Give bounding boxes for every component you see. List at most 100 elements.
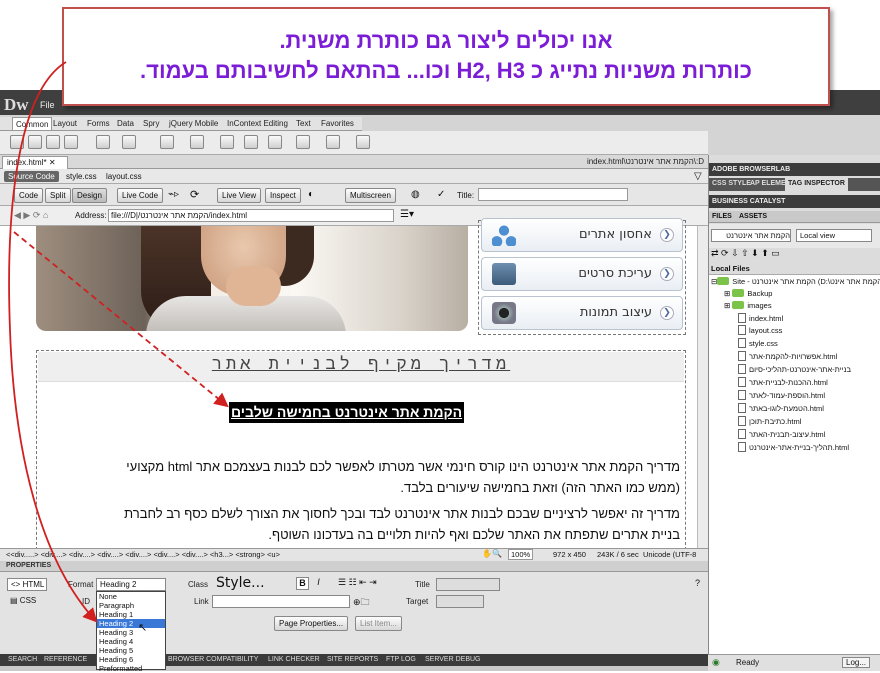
site-select[interactable]: הקמת אתר אינטרנט bbox=[711, 229, 791, 242]
tab-files[interactable]: FILES bbox=[712, 213, 732, 220]
close-icon[interactable]: ✕ bbox=[49, 158, 56, 167]
images-icon[interactable] bbox=[160, 135, 174, 149]
address-input[interactable]: file:///D|/הקמת אתר אינטרנט/index.html bbox=[108, 209, 394, 222]
horizontal-rule-icon[interactable] bbox=[64, 135, 78, 149]
menu-item-photo-design[interactable]: עיצוב תמונות ❮ bbox=[481, 296, 683, 330]
panel-tab-site-reports[interactable]: SITE REPORTS bbox=[327, 654, 378, 666]
class-select[interactable]: Style... bbox=[216, 575, 265, 591]
nav-arrows-icon[interactable]: ◀ ▶ ⟳ ⌂ bbox=[14, 210, 48, 221]
css-mode-button[interactable]: ▤ CSS bbox=[10, 596, 36, 605]
templates-icon[interactable] bbox=[326, 135, 340, 149]
filter-icon[interactable]: ▽ bbox=[694, 171, 702, 182]
expand-icon[interactable]: ⊞ bbox=[724, 289, 730, 298]
browserlab-header[interactable]: ADOBE BROWSERLAB bbox=[709, 163, 880, 176]
media-icon[interactable] bbox=[190, 135, 204, 149]
hyperlink-icon[interactable] bbox=[10, 135, 24, 149]
tab-assets[interactable]: ASSETS bbox=[739, 213, 767, 220]
panel-tab-server-debug[interactable]: SERVER DEBUG bbox=[425, 654, 481, 666]
related-file-style[interactable]: style.css bbox=[66, 172, 97, 181]
validate-icon[interactable]: ✓ bbox=[437, 189, 445, 200]
file-item[interactable]: אפשרויות-להקמת-אתר.html bbox=[738, 351, 837, 363]
format-option-preformatted[interactable]: Preformatted bbox=[97, 664, 165, 673]
target-select[interactable] bbox=[436, 595, 484, 608]
file-item[interactable]: ההכנות-לבניית-אתר.html bbox=[738, 377, 828, 389]
window-size[interactable]: 972 x 450 bbox=[553, 550, 586, 559]
view-select[interactable]: Local view bbox=[796, 229, 872, 242]
files-toolbar-icons[interactable]: ⇄ ⟳ ⇩ ⇧ ⬇ ⬆ ▭ bbox=[711, 248, 780, 259]
help-icon[interactable]: ? bbox=[695, 578, 700, 588]
live-view-button[interactable]: Live View bbox=[217, 188, 262, 203]
connect-icon[interactable]: ◉ bbox=[712, 657, 720, 668]
html-mode-button[interactable]: <> HTML bbox=[7, 578, 47, 591]
content-paragraph-2[interactable]: מדריך זה יאפשר לרציניים שבכם לבנות אתר א… bbox=[94, 503, 680, 545]
bold-button[interactable]: B bbox=[296, 577, 309, 590]
menu-item-video-editing[interactable]: עריכת סרטים ❮ bbox=[481, 257, 683, 291]
panel-tab-reference[interactable]: REFERENCE bbox=[44, 654, 87, 666]
panel-tab-link-checker[interactable]: LINK CHECKER bbox=[268, 654, 320, 666]
tab-spry[interactable]: Spry bbox=[140, 117, 162, 130]
tab-tag-inspector[interactable]: TAG INSPECTOR bbox=[785, 178, 848, 191]
source-code-button[interactable]: Source Code bbox=[4, 171, 59, 182]
tab-ap-elements[interactable]: AP ELEME bbox=[750, 180, 786, 187]
tab-layout[interactable]: Layout bbox=[50, 117, 80, 130]
format-option-none[interactable]: None bbox=[97, 592, 165, 601]
globe-icon[interactable]: ◍ bbox=[411, 189, 420, 200]
panel-tab-browser-compat[interactable]: BROWSER COMPATIBILITY bbox=[168, 654, 258, 666]
tab-forms[interactable]: Forms bbox=[84, 117, 113, 130]
live-code-button[interactable]: Live Code bbox=[117, 188, 164, 203]
format-option-heading6[interactable]: Heading 6 bbox=[97, 655, 165, 664]
multiscreen-button[interactable]: Multiscreen bbox=[345, 188, 396, 203]
tab-css-styles[interactable]: CSS STYLE bbox=[712, 180, 751, 187]
properties-header[interactable]: PROPERTIES bbox=[0, 561, 708, 572]
panel-tab-search[interactable]: SEARCH bbox=[8, 654, 37, 666]
file-item[interactable]: ⊞ Backup bbox=[724, 288, 772, 300]
tab-common[interactable]: Common bbox=[12, 117, 53, 130]
page-heading1[interactable]: מדריך מקיף לבניית אתר bbox=[38, 354, 684, 375]
format-option-heading3[interactable]: Heading 3 bbox=[97, 628, 165, 637]
refresh-icon[interactable]: ⟳ bbox=[190, 188, 199, 201]
related-file-layout[interactable]: layout.css bbox=[106, 172, 142, 181]
format-dropdown[interactable]: None Paragraph Heading 1 Heading 2 Headi… bbox=[96, 591, 166, 673]
browser-preview-icon[interactable]: ◐ bbox=[308, 189, 314, 200]
canvas-scrollbar[interactable] bbox=[697, 226, 708, 548]
design-view-button[interactable]: Design bbox=[72, 188, 107, 203]
file-item[interactable]: כתיבת-תוכן.html bbox=[738, 416, 801, 428]
format-option-paragraph[interactable]: Paragraph bbox=[97, 601, 165, 610]
address-options-icon[interactable]: ☰▾ bbox=[400, 209, 414, 220]
content-paragraph-1[interactable]: מדריך הקמת אתר אינטרנט הינו קורס חינמי א… bbox=[94, 456, 680, 498]
format-select[interactable]: Heading 2 bbox=[96, 578, 166, 591]
file-item[interactable]: הוספת-עמוד-לאתר.html bbox=[738, 390, 825, 402]
server-include-icon[interactable] bbox=[244, 135, 258, 149]
list-buttons-icons[interactable]: ☰ ☷ ⇤ ⇥ bbox=[338, 577, 377, 588]
list-item-button[interactable]: List Item... bbox=[355, 616, 402, 631]
title-input[interactable] bbox=[478, 188, 628, 201]
tab-favorites[interactable]: Favorites bbox=[318, 117, 357, 130]
selected-heading2[interactable]: הקמת אתר אינטרנט בחמישה שלבים bbox=[229, 402, 465, 423]
comment-icon[interactable] bbox=[268, 135, 282, 149]
menu-item-hosting[interactable]: אחסון אתרים ❮ bbox=[481, 218, 683, 252]
zoom-select[interactable]: 100% bbox=[508, 549, 534, 560]
inspect-cursor-icon[interactable]: ⌁▹ bbox=[168, 189, 179, 200]
title-prop-input[interactable] bbox=[436, 578, 500, 591]
business-catalyst-header[interactable]: BUSINESS CATALYST bbox=[709, 195, 880, 208]
site-root[interactable]: ⊟ Site - הקמת אתר אינטרנט (D:\הקמת אתר אי… bbox=[711, 276, 880, 288]
tab-data[interactable]: Data bbox=[114, 117, 137, 130]
format-option-heading4[interactable]: Heading 4 bbox=[97, 637, 165, 646]
point-to-file-icon[interactable]: ⊕🗀 bbox=[353, 595, 370, 611]
file-item[interactable]: הטמעת-לוגו-באתר.html bbox=[738, 403, 824, 415]
select-tools-icons[interactable]: ✋🔍 bbox=[482, 549, 502, 558]
document-tab[interactable]: index.html* ✕ bbox=[2, 156, 68, 169]
date-icon[interactable] bbox=[220, 135, 234, 149]
email-link-icon[interactable] bbox=[28, 135, 42, 149]
italic-button[interactable]: I bbox=[312, 577, 325, 590]
tab-jquery-mobile[interactable]: jQuery Mobile bbox=[166, 117, 221, 130]
tab-incontext-editing[interactable]: InContext Editing bbox=[224, 117, 291, 130]
div-icon[interactable] bbox=[122, 135, 136, 149]
format-option-heading5[interactable]: Heading 5 bbox=[97, 646, 165, 655]
format-option-heading1[interactable]: Heading 1 bbox=[97, 610, 165, 619]
file-item[interactable]: style.css bbox=[738, 338, 778, 350]
panel-tab-ftp-log[interactable]: FTP LOG bbox=[386, 654, 416, 666]
format-option-heading2[interactable]: Heading 2 bbox=[97, 619, 165, 628]
inspect-button[interactable]: Inspect bbox=[265, 188, 301, 203]
tag-path[interactable]: <<div.....> <div....> <div....> <div....… bbox=[6, 550, 280, 559]
